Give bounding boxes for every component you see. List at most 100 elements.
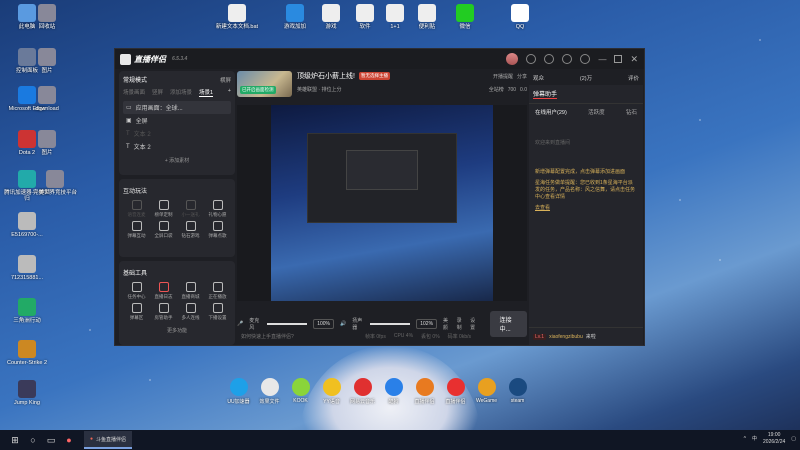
add-scene-icon[interactable]: + (228, 88, 231, 97)
minimize-icon[interactable]: — (598, 55, 606, 64)
tab-scene-picture[interactable]: 场景画面 (123, 88, 145, 97)
tab-add-scene[interactable]: 添加场景 (170, 88, 192, 97)
live-reminder-button[interactable]: 开播提醒 (493, 73, 513, 80)
gift-button[interactable]: 小一送礼 (177, 200, 204, 218)
start-icon[interactable]: ⊞ (6, 431, 24, 449)
tab-audience[interactable]: 观众 (533, 74, 544, 82)
desktop-icon[interactable]: download (24, 86, 70, 112)
tray-chevron-icon[interactable]: ^ (744, 436, 746, 442)
desktop-icon[interactable]: 完美世界竞技平台 (32, 170, 78, 196)
live-store-button[interactable]: 直播商城 (177, 282, 204, 300)
tools-title: 基础工具 (123, 271, 148, 277)
room-admin-button[interactable]: 房管助手 (150, 303, 177, 321)
mic-icon[interactable]: 🎤 (237, 321, 243, 327)
song-request-button[interactable]: 弹幕点歌 (204, 221, 231, 239)
chat-message: 欢迎来到直播间 (535, 140, 571, 146)
desktop-icon[interactable]: 三角洲行动 (4, 298, 50, 324)
rank-custom-button[interactable]: 榜单定制 (150, 200, 177, 218)
share-button[interactable]: 分享 (517, 73, 527, 80)
source-item-text-2[interactable]: T 文本 2 (123, 140, 231, 153)
desktop-icon[interactable]: 新建文本文档.bat (214, 4, 260, 30)
desktop-icon[interactable]: 712315881... (4, 255, 50, 281)
desktop-icon[interactable]: 图片 (24, 130, 70, 156)
pocket-button[interactable]: 全屏口袋 (150, 221, 177, 239)
desktop-icon[interactable]: 微信 (442, 4, 488, 30)
danmaku-area-button[interactable]: 弹幕区 (123, 303, 150, 321)
dock-app-icon[interactable]: 效果文件 (255, 378, 284, 405)
dock-app-icon[interactable]: KOOK (286, 378, 315, 405)
dock-app-icon[interactable]: 网易云音乐 (348, 378, 377, 405)
center-panel: 已开启画面检测 顶级炉石小薪上线! 暂无选择主播 开播提醒 分享 英雄联盟 · … (237, 71, 528, 345)
desktop-icon[interactable]: Jump King (4, 380, 50, 406)
close-icon[interactable]: ✕ (630, 54, 638, 65)
orientation-toggle[interactable]: 横屏 (220, 76, 231, 84)
task-view-icon[interactable]: ▭ (42, 431, 60, 449)
app-name: 直播伴侣 (134, 54, 166, 64)
tab-review[interactable]: 评价 (628, 74, 639, 82)
tab-online-users[interactable]: 在线用户(29) (535, 108, 567, 116)
mic-slider[interactable] (266, 323, 308, 325)
record-button[interactable]: 录制 (457, 317, 465, 331)
beauty-button[interactable]: 美颜 (443, 317, 451, 331)
taskbar-app-icon[interactable]: ● (60, 431, 78, 449)
view-task-link[interactable]: 去查看 (529, 203, 643, 214)
maximize-icon[interactable] (614, 55, 623, 63)
source-item-fullscreen[interactable]: ▣ 全屏 (123, 114, 231, 127)
more-features-button[interactable]: 更多功能 (123, 327, 231, 334)
add-source-button[interactable]: + 添加素材 (123, 157, 231, 164)
desktop-icon[interactable]: Counter-Strike 2 (4, 340, 50, 366)
dock-app-icon[interactable]: 直播伴侣 (410, 378, 439, 405)
dock-app-icon[interactable]: UU加速器 (224, 378, 253, 405)
taskbar-live-app[interactable]: ● 斗鱼直播伴侣 (84, 431, 133, 449)
stream-title[interactable]: 顶级炉石小薪上线! (297, 71, 355, 81)
desktop-icon[interactable]: QQ (497, 4, 543, 30)
dock-app-icon[interactable]: WeGame (472, 378, 501, 405)
desktop-icon[interactable]: 图片 (24, 48, 70, 74)
mode-selector[interactable]: 常规模式 (123, 75, 147, 84)
shirt-icon[interactable] (562, 54, 573, 64)
end-live-settings-button[interactable]: 下播设置 (204, 303, 231, 321)
now-playing-button[interactable]: 正在播放 (204, 282, 231, 300)
mic-volume[interactable]: 100% (313, 319, 335, 329)
dock-app-icon[interactable]: steam (503, 378, 532, 405)
chat-input-bar[interactable]: Lv.1 xiaofengzibubu 来啦 (529, 327, 643, 345)
speaker-slider[interactable] (369, 323, 411, 325)
stream-preview[interactable] (237, 105, 527, 301)
live-log-button[interactable]: 直播日志 (150, 282, 177, 300)
menu-icon[interactable] (580, 54, 591, 64)
dock-app-icon[interactable]: 酷狗 (379, 378, 408, 405)
notification-icon[interactable]: ▢ (791, 436, 796, 442)
category-label[interactable]: 英雄联盟 · 排位上分 (297, 86, 341, 93)
danmaku-interact-button[interactable]: 弹幕互动 (123, 221, 150, 239)
tab-danmaku-assistant[interactable]: 弹幕助手 (533, 89, 558, 99)
user-avatar[interactable] (506, 53, 519, 65)
dock-app-icon[interactable]: 直播伴侣 (441, 378, 470, 405)
speaker-volume[interactable]: 102% (416, 319, 438, 329)
diamond-game-button[interactable]: 钻石游戏 (177, 221, 204, 239)
tab-scene-1[interactable]: 场景1 (199, 88, 214, 97)
voice-link-button[interactable]: 语音连麦 (123, 200, 150, 218)
site-rank[interactable]: 全站榜 (489, 86, 504, 93)
task-center-button[interactable]: 任务中心 (123, 282, 150, 300)
search-icon[interactable]: ○ (24, 431, 42, 449)
clock[interactable]: 19:00 2026/2/24 (763, 432, 785, 445)
go-live-button[interactable]: 连接中... (489, 311, 528, 337)
tab-wan[interactable]: (2)万 (580, 74, 592, 82)
help-link[interactable]: 如何快速上手直播伴侣? (241, 333, 294, 340)
tab-portrait[interactable]: 竖屏 (152, 88, 163, 97)
source-item-app[interactable]: ▭ 应用画面：全球... (123, 101, 231, 114)
source-item-text[interactable]: T 文本 2 (123, 127, 231, 140)
message-icon[interactable] (526, 54, 537, 64)
tab-activity[interactable]: 活跃度 (588, 108, 605, 116)
multi-link-button[interactable]: 多人连线 (177, 303, 204, 321)
headset-icon[interactable] (544, 54, 555, 64)
wish-button[interactable]: 礼物心愿 (204, 200, 231, 218)
settings-button[interactable]: 设置 (470, 317, 478, 331)
cover-thumbnail[interactable]: 已开启画面检测 (237, 71, 292, 97)
ime-indicator[interactable]: 中 (752, 435, 757, 442)
speaker-icon[interactable]: 🔊 (340, 321, 346, 327)
desktop-icon[interactable]: E5169700-... (4, 212, 50, 238)
dock-app-icon[interactable]: YY语音 (317, 378, 346, 405)
desktop-icon[interactable]: 回收站 (24, 4, 70, 30)
tab-diamonds[interactable]: 钻石 (626, 108, 637, 116)
